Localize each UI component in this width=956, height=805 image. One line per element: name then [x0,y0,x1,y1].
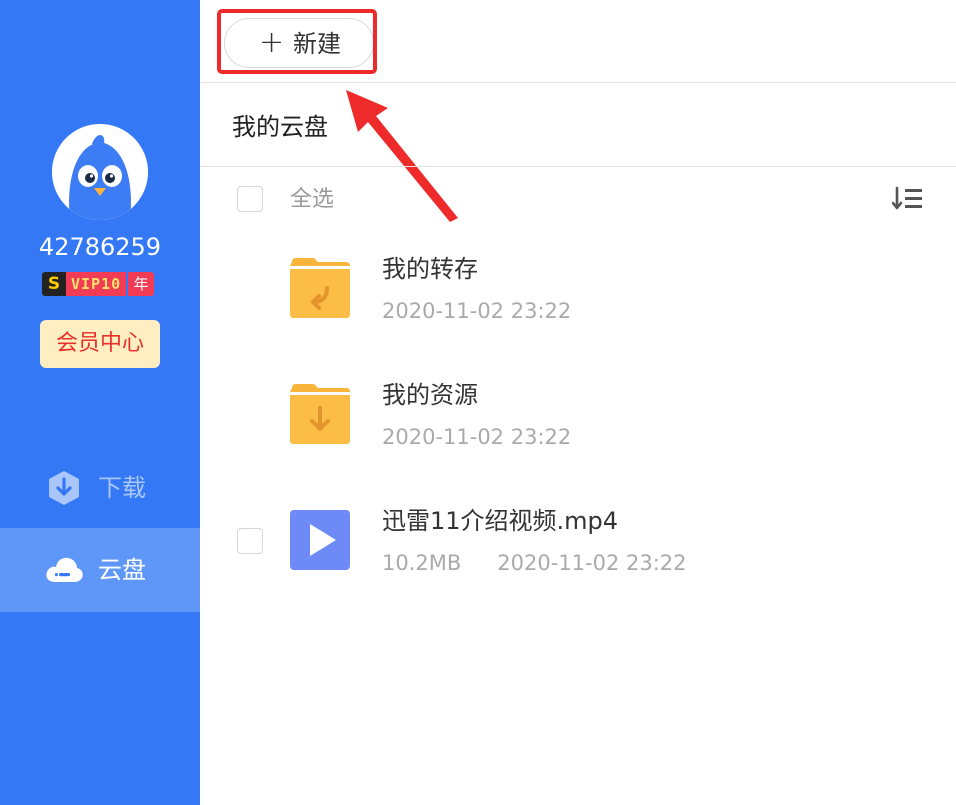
vip-s-icon: S [42,272,66,296]
vip-level-badge: VIP10 [66,272,127,296]
vip-badge: S VIP10 年 [42,272,155,296]
file-size: 10.2MB [382,551,462,575]
sidebar: 42786259 S VIP10 年 会员中心 下载 云盘 [0,0,200,805]
file-name: 迅雷11介绍视频.mp4 [382,507,619,535]
select-all-label: 全选 [290,187,335,212]
download-shield-icon [49,471,79,505]
file-date: 2020-11-02 23:22 [382,425,572,449]
folder-download-icon [290,384,350,444]
nav-label-download: 下载 [98,474,146,502]
new-button[interactable]: + 新建 [224,18,374,68]
file-date: 2020-11-02 23:22 [382,299,572,323]
sort-descending-icon[interactable] [892,186,924,212]
vip-year-badge: 年 [128,272,155,296]
user-id: 42786259 [38,233,162,261]
toolbar: + 新建 [200,0,956,83]
file-name: 我的转存 [382,255,478,283]
file-meta: 2020-11-02 23:22 [382,296,571,326]
nav-item-download[interactable]: 下载 [0,446,200,530]
nav-item-cloud-drive[interactable]: 云盘 [0,528,200,612]
file-row-video[interactable]: 迅雷11介绍视频.mp4 10.2MB 2020-11-02 23:22 [200,507,956,630]
avatar[interactable] [52,124,148,220]
file-meta: 2020-11-02 23:22 [382,422,571,452]
divider [200,166,956,167]
video-play-icon [290,510,350,570]
new-button-label: 新建 [293,30,341,58]
breadcrumb: 我的云盘 [232,113,328,141]
bird-avatar-icon [52,124,148,220]
file-name: 我的资源 [382,381,478,409]
member-center-button[interactable]: 会员中心 [40,320,160,368]
file-row-folder-transfer[interactable]: 我的转存 2020-11-02 23:22 [200,255,956,378]
file-row-folder-resource[interactable]: 我的资源 2020-11-02 23:22 [200,381,956,504]
plus-icon: + [259,25,285,60]
file-meta: 10.2MB 2020-11-02 23:22 [382,548,687,578]
select-all-checkbox[interactable] [237,186,263,212]
file-date: 2020-11-02 23:22 [497,551,687,575]
nav-label-cloud-drive: 云盘 [98,556,146,584]
red-arrow-annotation-icon [346,90,458,222]
folder-transfer-icon [290,258,350,318]
cloud-drive-icon [46,557,83,582]
